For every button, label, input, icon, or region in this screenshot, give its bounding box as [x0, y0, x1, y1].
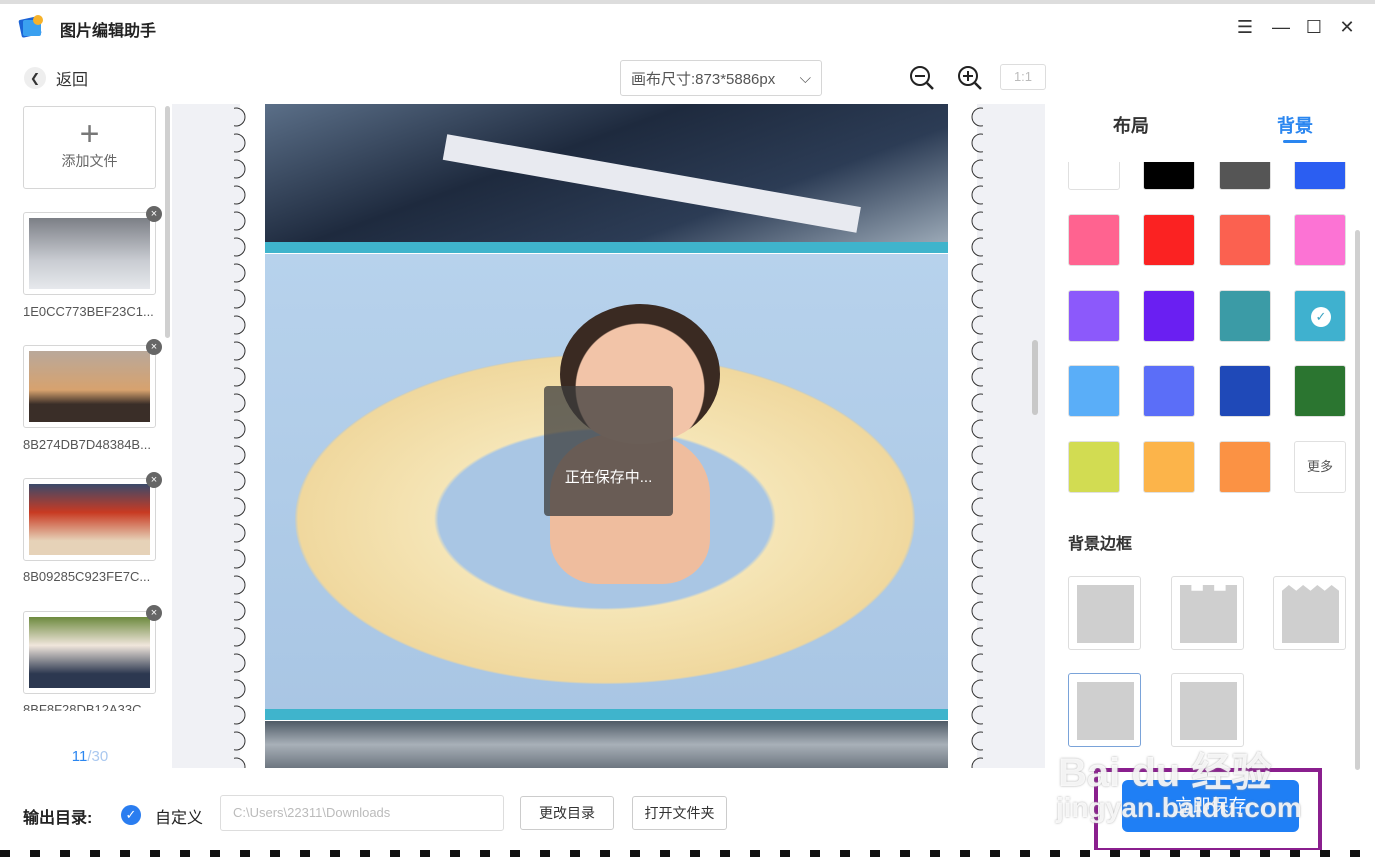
color-swatch[interactable]	[1143, 290, 1195, 342]
color-swatch[interactable]	[1068, 441, 1120, 493]
back-label: 返回	[56, 72, 89, 89]
remove-icon[interactable]: ×	[146, 472, 162, 488]
file-thumbnail[interactable]: ×	[23, 206, 162, 295]
frame-plain[interactable]	[1068, 576, 1141, 650]
canvas-scrollbar[interactable]	[1032, 340, 1038, 415]
remove-icon[interactable]: ×	[146, 206, 162, 222]
zoom-out-icon[interactable]	[908, 64, 936, 92]
pager-total: 30	[91, 748, 109, 765]
photo-gap	[265, 709, 948, 720]
custom-dir-label[interactable]: 自定义	[155, 804, 203, 828]
color-swatch[interactable]	[1219, 290, 1271, 342]
file-thumbnail[interactable]: ×	[23, 472, 162, 561]
active-tab-indicator	[1283, 140, 1307, 143]
thumbnail-image	[29, 484, 150, 555]
add-file-label: 添加文件	[61, 153, 118, 169]
chevron-left-icon: ❮	[24, 67, 46, 89]
color-swatch[interactable]	[1219, 162, 1271, 190]
color-swatch[interactable]	[1294, 162, 1346, 190]
file-thumbnail[interactable]: ×	[23, 339, 162, 428]
file-name: 8BF8F28DB12A33C...	[23, 702, 153, 711]
color-swatch[interactable]	[1219, 214, 1271, 266]
toolbar: ❮ 返回 画布尺寸:873*5886px ⌵ 1:1	[0, 52, 1375, 104]
add-file-button[interactable]: + 添加文件	[23, 106, 156, 189]
menu-icon[interactable]: ☰	[1232, 14, 1258, 40]
more-colors-button[interactable]: 更多	[1294, 441, 1346, 493]
color-swatch[interactable]	[1143, 365, 1195, 417]
remove-icon[interactable]: ×	[146, 605, 162, 621]
file-name: 1E0CC773BEF23C1...	[23, 304, 154, 319]
canvas-area[interactable]: 正在保存中...	[172, 104, 1045, 768]
color-swatch[interactable]	[1219, 441, 1271, 493]
border-section-title: 背景边框	[1068, 536, 1133, 553]
change-dir-button[interactable]: 更改目录	[520, 796, 614, 830]
output-path-field[interactable]: C:\Users\22311\Downloads	[220, 795, 504, 831]
color-swatch[interactable]	[1068, 214, 1120, 266]
chevron-down-icon: ⌵	[799, 69, 811, 87]
color-swatch[interactable]	[1143, 441, 1195, 493]
file-thumbnail[interactable]: ×	[23, 605, 162, 694]
output-dir-label: 输出目录:	[23, 810, 93, 827]
app-title: 图片编辑助手	[60, 23, 157, 40]
photo-gap	[265, 242, 948, 253]
canvas-size-select[interactable]: 画布尺寸:873*5886px ⌵	[620, 60, 822, 96]
pager-current: 11	[71, 748, 88, 765]
actual-size-button[interactable]: 1:1	[1000, 64, 1046, 90]
color-swatch[interactable]	[1294, 214, 1346, 266]
color-swatch[interactable]	[1068, 290, 1120, 342]
tab-background[interactable]: 背景	[1277, 112, 1313, 138]
watermark-url: jingyan.baidu.com	[1056, 792, 1302, 823]
thumbnail-image	[29, 617, 150, 688]
checkmark-icon[interactable]: ✓	[121, 805, 141, 825]
frame-zigzag[interactable]	[1273, 576, 1346, 650]
minimize-icon[interactable]: —	[1268, 14, 1294, 40]
thumbnail-image	[29, 218, 150, 289]
file-sidebar: + 添加文件 × 1E0CC773BEF23C1... × 8B274DB7D4…	[0, 104, 172, 776]
frame-scallop[interactable]	[1068, 673, 1141, 747]
color-swatch[interactable]	[1143, 214, 1195, 266]
plus-icon: +	[79, 115, 100, 153]
frame-wave[interactable]	[1171, 673, 1244, 747]
color-swatch[interactable]	[1294, 365, 1346, 417]
color-swatch[interactable]: ✓	[1294, 290, 1346, 342]
watermark-logo: Bai du 经验	[1058, 751, 1272, 795]
app-logo-icon	[18, 15, 43, 38]
file-name: 8B274DB7D48384B...	[23, 437, 151, 452]
right-panel: 布局 背景 ✓ 更多 背景边框	[1045, 104, 1375, 776]
close-icon[interactable]: ✕	[1334, 14, 1360, 40]
right-panel-scrollbar[interactable]	[1355, 230, 1360, 770]
tab-layout[interactable]: 布局	[1113, 112, 1149, 138]
file-name: 8B09285C923FE7C...	[23, 569, 151, 584]
maximize-icon[interactable]: ☐	[1301, 14, 1327, 40]
bottom-edge-strip	[0, 850, 1375, 857]
color-swatch[interactable]	[1219, 365, 1271, 417]
scallop-edge-left	[234, 104, 250, 768]
back-button[interactable]: ❮ 返回	[24, 66, 88, 90]
photo-dog-car	[265, 104, 948, 242]
color-swatch[interactable]	[1068, 365, 1120, 417]
frame-castle[interactable]	[1171, 576, 1244, 650]
title-bar: 图片编辑助手 ☰ — ☐ ✕	[0, 0, 1375, 48]
photo-clouds	[265, 721, 948, 768]
remove-icon[interactable]: ×	[146, 339, 162, 355]
scallop-edge-right	[967, 104, 983, 768]
open-folder-button[interactable]: 打开文件夹	[632, 796, 727, 830]
canvas-size-label: 画布尺寸:873*5886px	[631, 70, 776, 88]
saving-overlay: 正在保存中...	[544, 386, 673, 516]
thumbnail-image	[29, 351, 150, 422]
color-swatch[interactable]	[1143, 162, 1195, 190]
zoom-in-icon[interactable]	[956, 64, 984, 92]
file-pager: 11/30	[0, 748, 180, 765]
color-swatch[interactable]	[1068, 162, 1120, 190]
sidebar-scrollbar[interactable]	[165, 106, 170, 338]
checkmark-icon: ✓	[1311, 307, 1331, 327]
